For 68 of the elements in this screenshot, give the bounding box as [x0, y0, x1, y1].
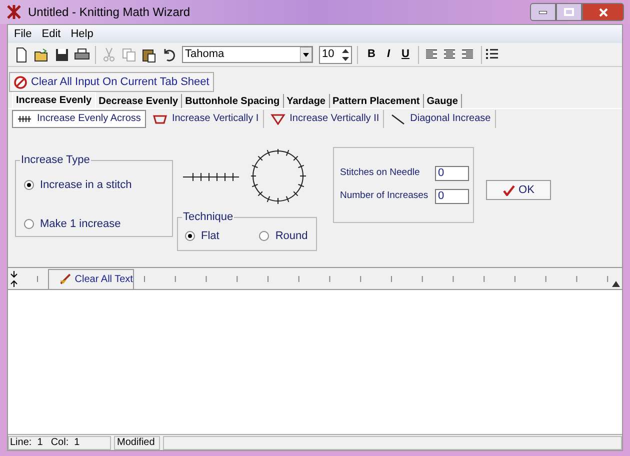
tab[interactable]: Buttonhole Spacing — [182, 94, 284, 108]
broom-icon — [58, 273, 72, 285]
flat-stitches-drawing — [183, 173, 239, 181]
margin-marker-icon — [612, 281, 620, 287]
radio-button[interactable] — [185, 231, 195, 241]
menu-item[interactable]: Help — [70, 26, 94, 42]
ok-button[interactable]: OK — [486, 180, 551, 200]
line-number: Line: 1 — [10, 436, 43, 450]
align-right-icon[interactable] — [462, 49, 474, 60]
minimize-icon — [539, 10, 547, 14]
tab[interactable]: Decrease Evenly — [96, 94, 182, 108]
format-button[interactable]: I — [380, 46, 397, 63]
no-entry-icon — [14, 76, 27, 88]
close-icon — [598, 8, 608, 16]
up-down-arrows-icon[interactable] — [10, 270, 18, 286]
field-label: Stitches on Needle — [340, 166, 421, 180]
format-button[interactable]: B — [363, 46, 380, 63]
spinner-arrows-icon[interactable] — [340, 46, 351, 62]
font-value: Tahoma — [184, 47, 226, 62]
open-folder-icon[interactable] — [34, 46, 50, 62]
round-stitches-drawing — [251, 149, 307, 205]
format-button[interactable]: U — [397, 46, 414, 63]
close-button[interactable] — [582, 3, 624, 21]
font-size-spinner[interactable]: 10 — [319, 46, 352, 64]
tab[interactable]: Pattern Placement — [330, 94, 424, 108]
sub-tab[interactable]: Increase Vertically I — [148, 110, 264, 128]
sub-tab[interactable]: Increase Vertically II — [266, 110, 384, 128]
clear-input-button[interactable]: Clear All Input On Current Tab Sheet — [9, 72, 214, 92]
minimize-button[interactable] — [530, 3, 556, 21]
radio-button[interactable] — [259, 231, 270, 241]
group-title: Technique — [182, 210, 234, 224]
tab[interactable]: Increase Evenly — [12, 92, 96, 108]
maximize-button[interactable] — [556, 3, 582, 21]
number-field[interactable]: 0 — [435, 166, 469, 181]
dropdown-arrow-icon[interactable] — [300, 47, 312, 62]
save-icon[interactable] — [54, 46, 70, 62]
font-size-value: 10 — [321, 47, 336, 62]
tab[interactable]: Gauge — [424, 94, 462, 108]
tab[interactable]: Yardage — [284, 94, 330, 108]
align-left-icon[interactable] — [426, 49, 438, 60]
maximize-icon — [564, 8, 574, 16]
group-title: Increase Type — [20, 153, 91, 167]
radio-label: Make 1 increase — [40, 216, 121, 232]
paste-icon[interactable] — [141, 46, 157, 62]
window-title: Untitled - Knitting Math Wizard — [28, 4, 190, 21]
radio-label: Round — [275, 228, 308, 244]
radio-button[interactable] — [24, 218, 34, 229]
font-dropdown[interactable]: Tahoma — [182, 46, 313, 63]
modified-status: Modified — [114, 436, 160, 450]
print-icon[interactable] — [74, 46, 90, 62]
clear-text-button[interactable]: Clear All Text — [48, 268, 134, 288]
menu-item[interactable]: File — [14, 26, 32, 42]
app-logo-icon — [6, 4, 22, 20]
radio-label: Flat — [201, 228, 220, 244]
triangle-icon — [270, 112, 286, 124]
checkmark-icon — [502, 184, 515, 196]
bullet-list-icon[interactable] — [486, 49, 498, 60]
column-number: Col: 1 — [50, 436, 80, 450]
radio-label: Increase in a stitch — [40, 178, 132, 193]
radio-button[interactable] — [24, 180, 34, 190]
align-center-icon[interactable] — [444, 49, 456, 60]
sub-tab[interactable]: Diagonal Increase — [386, 110, 496, 128]
bowl-icon — [152, 112, 168, 124]
number-field[interactable]: 0 — [435, 189, 469, 204]
menu-item[interactable]: Edit — [42, 26, 61, 42]
diagonal-line-icon — [390, 112, 406, 124]
field-label: Number of Increases — [340, 189, 430, 204]
sub-tab[interactable]: Increase Evenly Across — [12, 110, 146, 128]
